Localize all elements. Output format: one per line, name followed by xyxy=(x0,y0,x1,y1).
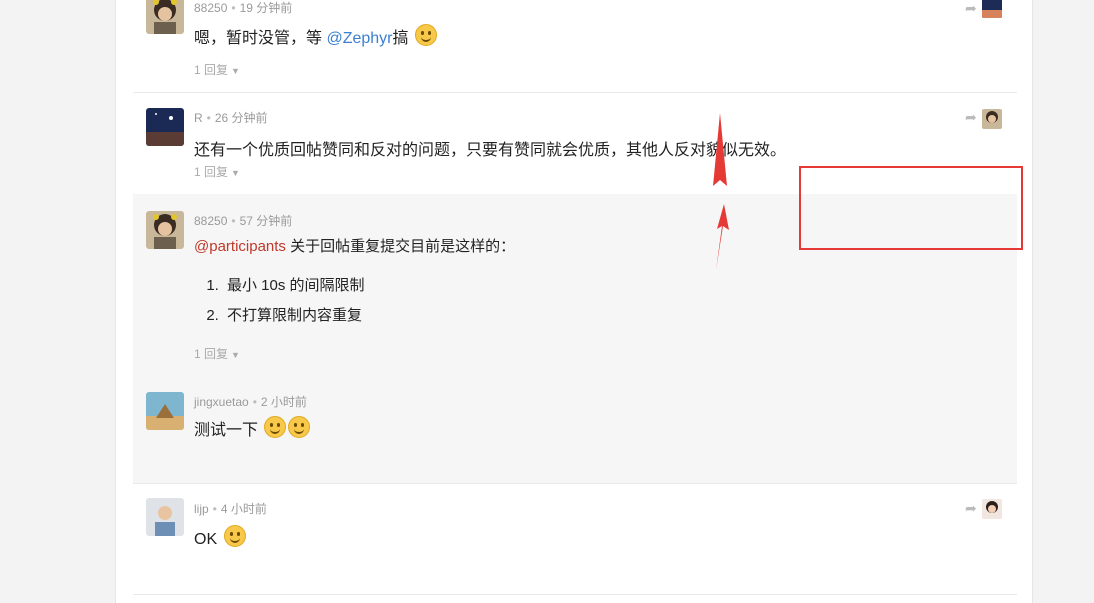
list-item: 不打算限制内容重复 xyxy=(223,304,365,325)
avatar[interactable] xyxy=(146,211,184,249)
comment-body: 还有一个优质回帖赞同和反对的问题，只要有赞同就会优质，其他人反对貌似无效。 xyxy=(194,142,787,159)
caret-down-icon: ▼ xyxy=(231,168,240,178)
comments-panel: 88250 • 19 分钟前 嗯，暂时没管，等 @Zephyr搞 1 回复 ▼ ➦ R… xyxy=(115,0,1033,603)
comment-meta: 88250 • 57 分钟前 xyxy=(194,214,293,228)
comment-body: @participants 关于回帖重复提交目前是这样的： xyxy=(194,238,516,255)
share-arrow-icon[interactable]: ➦ xyxy=(965,0,977,17)
username[interactable]: jingxuetao xyxy=(194,395,249,409)
grin-emoji-icon xyxy=(288,416,311,438)
caret-down-icon: ▼ xyxy=(231,66,240,76)
smirk-emoji-icon xyxy=(414,24,437,46)
annotation-box xyxy=(799,166,1023,250)
timestamp: 19 分钟前 xyxy=(239,1,293,15)
grin-emoji-icon xyxy=(264,416,287,438)
timestamp: 26 分钟前 xyxy=(214,111,268,125)
reply-target-avatar[interactable] xyxy=(982,109,1002,129)
ordered-list: 最小 10s 的间隔限制 不打算限制内容重复 xyxy=(205,274,365,334)
comment-body: OK xyxy=(194,525,246,549)
replies-toggle[interactable]: 1 回复 ▼ xyxy=(194,345,240,362)
mention-link[interactable]: @participants xyxy=(194,238,286,255)
reply-target-avatar[interactable] xyxy=(982,0,1002,18)
comment-meta: jingxuetao • 2 小时前 xyxy=(194,395,307,409)
annotation-arrows xyxy=(713,113,729,270)
avatar[interactable] xyxy=(146,498,184,536)
share-arrow-icon[interactable]: ➦ xyxy=(965,500,977,517)
smile-emoji-icon xyxy=(223,525,246,547)
comment-body: 嗯，暂时没管，等 @Zephyr搞 xyxy=(194,24,437,48)
comment-meta: lijp • 4 小时前 xyxy=(194,502,267,516)
username[interactable]: 88250 xyxy=(194,1,227,15)
avatar[interactable] xyxy=(146,0,184,34)
username[interactable]: R xyxy=(194,111,203,125)
username[interactable]: 88250 xyxy=(194,214,227,228)
comment-item: lijp • 4 小时前 OK ➦ xyxy=(133,484,1017,595)
timestamp: 2 小时前 xyxy=(260,395,307,409)
replies-toggle[interactable]: 1 回复 ▼ xyxy=(194,61,240,78)
comment-item: jingxuetao • 2 小时前 测试一下 xyxy=(133,376,1017,484)
comment-meta: R • 26 分钟前 xyxy=(194,111,268,125)
username[interactable]: lijp xyxy=(194,502,209,516)
reply-target-avatar[interactable] xyxy=(982,499,1002,519)
mention-link[interactable]: @Zephyr xyxy=(326,30,392,47)
avatar[interactable] xyxy=(146,108,184,146)
avatar[interactable] xyxy=(146,392,184,430)
comment-meta: 88250 • 19 分钟前 xyxy=(194,1,293,15)
list-item: 最小 10s 的间隔限制 xyxy=(223,274,365,295)
timestamp: 4 小时前 xyxy=(220,502,267,516)
share-arrow-icon[interactable]: ➦ xyxy=(965,109,977,126)
comment-body: 测试一下 xyxy=(194,416,311,440)
timestamp: 57 分钟前 xyxy=(239,214,293,228)
replies-toggle[interactable]: 1 回复 ▼ xyxy=(194,163,240,180)
comment-item: 88250 • 19 分钟前 嗯，暂时没管，等 @Zephyr搞 1 回复 ▼ ➦ xyxy=(133,0,1017,93)
caret-down-icon: ▼ xyxy=(231,350,240,360)
